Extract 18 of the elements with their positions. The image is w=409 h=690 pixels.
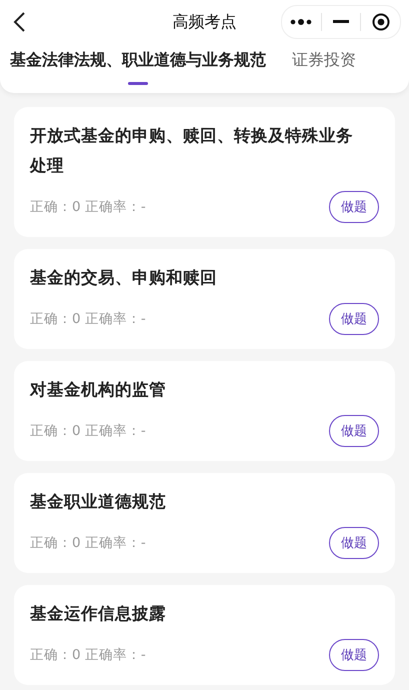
topic-title: 基金的交易、申购和赎回 (30, 267, 218, 289)
practice-button[interactable]: 做题 (329, 639, 379, 671)
topic-title: 基金职业道德规范 (30, 491, 167, 513)
stats-text: 正确：0 正确率：- (30, 198, 146, 216)
topic-title: 开放式基金的申购、赎回、转换及特殊业务处理 (30, 125, 354, 177)
stats-text: 正确：0 正确率：- (30, 646, 146, 664)
stats-text: 正确：0 正确率：- (30, 422, 146, 440)
topic-title: 基金运作信息披露 (30, 603, 167, 625)
category-tab[interactable]: 基金法律法规、职业道德与业务规范 (10, 50, 266, 87)
stats-text: 正确：0 正确率：- (30, 534, 146, 552)
category-tab[interactable]: 证券投资 (292, 50, 356, 87)
topic-title: 对基金机构的监管 (30, 379, 167, 401)
practice-button[interactable]: 做题 (329, 415, 379, 447)
stats-text: 正确：0 正确率：- (30, 310, 146, 328)
practice-button[interactable]: 做题 (329, 303, 379, 335)
page-title: 高频考点 (172, 12, 236, 32)
practice-button[interactable]: 做题 (329, 527, 379, 559)
practice-button[interactable]: 做题 (329, 191, 379, 223)
